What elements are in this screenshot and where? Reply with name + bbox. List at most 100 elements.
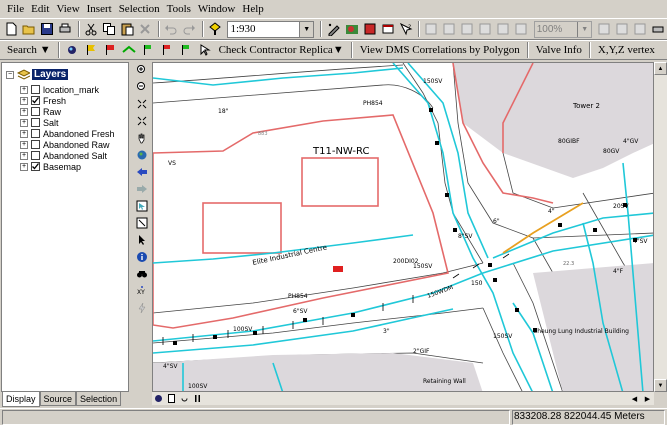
view-dms-correlations-button[interactable]: View DMS Correlations by Polygon xyxy=(356,44,524,56)
pause-drawing-icon[interactable] xyxy=(191,392,204,405)
whats-this-icon[interactable]: ? xyxy=(397,20,414,38)
tab-selection[interactable]: Selection xyxy=(76,392,122,406)
pipe-green-icon[interactable] xyxy=(120,41,138,59)
toggle-draft-icon[interactable] xyxy=(595,20,612,38)
layer-visibility-checkbox[interactable] xyxy=(31,140,40,149)
undo-icon[interactable] xyxy=(163,20,180,38)
select-arrow-icon[interactable] xyxy=(196,41,214,59)
map-canvas[interactable]: T11-NW-RC Elite Industrial Centre Tower … xyxy=(153,63,654,392)
full-extent-icon[interactable] xyxy=(135,148,149,162)
flag-green2-icon[interactable] xyxy=(177,41,195,59)
redo-icon[interactable] xyxy=(181,20,198,38)
zoom-100-icon[interactable] xyxy=(513,20,530,38)
editor-icon[interactable] xyxy=(325,20,342,38)
clear-selection-icon[interactable] xyxy=(135,216,149,230)
zoom-in-icon[interactable] xyxy=(135,63,149,77)
tab-display[interactable]: Display xyxy=(2,392,40,407)
forward-arrow-icon[interactable] xyxy=(135,182,149,196)
flag-icon[interactable] xyxy=(82,41,100,59)
check-contractor-replica-button[interactable]: Check Contractor Replica ▼ xyxy=(215,44,348,56)
hyperlink-icon[interactable] xyxy=(135,301,149,315)
go-to-xy-icon[interactable]: XY xyxy=(135,284,149,298)
menu-edit[interactable]: Edit xyxy=(28,3,52,15)
map-vertical-scrollbar[interactable]: ▲ ▼ xyxy=(654,62,667,392)
layer-visibility-checkbox[interactable] xyxy=(31,96,40,105)
valve-info-button[interactable]: Valve Info xyxy=(532,44,586,56)
back-arrow-icon[interactable] xyxy=(135,165,149,179)
arccatalog-icon[interactable] xyxy=(361,20,378,38)
arcmap-icon[interactable] xyxy=(343,20,360,38)
expand-icon[interactable]: + xyxy=(20,96,28,105)
select-features-icon[interactable] xyxy=(135,199,149,213)
fixed-zoom-out-icon[interactable] xyxy=(135,114,149,128)
toc-layer-item[interactable]: + Raw xyxy=(20,106,61,117)
scroll-up-icon[interactable]: ▲ xyxy=(654,62,667,75)
print-icon[interactable] xyxy=(57,20,74,38)
toc-layer-item[interactable]: + Abandoned Raw xyxy=(20,139,110,150)
layout-zoom-combo[interactable]: 100% ▼ xyxy=(533,20,593,38)
save-icon[interactable] xyxy=(39,20,56,38)
layout-view-icon[interactable] xyxy=(165,392,178,405)
map-display[interactable]: T11-NW-RC Elite Industrial Centre Tower … xyxy=(152,62,654,392)
open-icon[interactable] xyxy=(21,20,38,38)
scroll-right-icon[interactable]: ▶ xyxy=(641,392,654,405)
layer-visibility-checkbox[interactable] xyxy=(31,129,40,138)
search-menu[interactable]: Search ▼ xyxy=(3,44,55,56)
flag-redgreen-icon[interactable] xyxy=(158,41,176,59)
xyz-vertex-button[interactable]: X,Y,Z vertex xyxy=(594,44,659,56)
menu-view[interactable]: View xyxy=(53,3,82,15)
globe-icon[interactable] xyxy=(63,41,81,59)
find-icon[interactable] xyxy=(135,267,149,281)
toc-layer-item[interactable]: + Basemap xyxy=(20,161,81,172)
scroll-left-icon[interactable]: ◀ xyxy=(628,392,641,405)
toolbox-icon[interactable] xyxy=(379,20,396,38)
layer-visibility-checkbox[interactable] xyxy=(31,118,40,127)
flag-green-icon[interactable] xyxy=(139,41,157,59)
flag-red-icon[interactable] xyxy=(101,41,119,59)
refresh-icon[interactable] xyxy=(178,392,191,405)
select-elements-icon[interactable] xyxy=(135,233,149,247)
menu-help[interactable]: Help xyxy=(239,3,266,15)
zoom-in-fixed-icon[interactable] xyxy=(423,20,440,38)
change-layout-icon[interactable] xyxy=(631,20,648,38)
zoom-out-fixed-icon[interactable] xyxy=(441,20,458,38)
expand-icon[interactable]: + xyxy=(20,162,28,171)
menu-tools[interactable]: Tools xyxy=(164,3,194,15)
new-icon[interactable] xyxy=(3,20,20,38)
layer-visibility-checkbox[interactable] xyxy=(31,85,40,94)
toc-layer-item[interactable]: + Abandoned Fresh xyxy=(20,128,115,139)
chevron-down-icon[interactable]: ▼ xyxy=(577,21,592,37)
zoom-whole-page-icon[interactable] xyxy=(495,20,512,38)
layer-visibility-checkbox[interactable] xyxy=(31,151,40,160)
expand-icon[interactable]: + xyxy=(20,85,28,94)
add-data-icon[interactable] xyxy=(207,20,224,38)
menu-window[interactable]: Window xyxy=(195,3,238,15)
chevron-down-icon[interactable]: ▼ xyxy=(299,21,314,37)
pan-icon[interactable] xyxy=(135,131,149,145)
data-view-icon[interactable] xyxy=(152,392,165,405)
expand-icon[interactable]: + xyxy=(20,129,28,138)
expand-icon[interactable]: + xyxy=(20,107,28,116)
delete-icon[interactable] xyxy=(137,20,154,38)
collapse-icon[interactable]: − xyxy=(6,70,14,79)
map-scale-combo[interactable]: 1:930 ▼ xyxy=(227,20,315,38)
focus-data-frame-icon[interactable] xyxy=(613,20,630,38)
toc-layer-item[interactable]: + Abandoned Salt xyxy=(20,150,107,161)
copy-icon[interactable] xyxy=(101,20,118,38)
fixed-zoom-in-icon[interactable] xyxy=(135,97,149,111)
cut-icon[interactable] xyxy=(83,20,100,38)
paste-icon[interactable] xyxy=(119,20,136,38)
toc-layer-item[interactable]: + Salt xyxy=(20,117,59,128)
tab-source[interactable]: Source xyxy=(39,392,77,406)
toc-root-layers[interactable]: − Layers xyxy=(6,69,69,80)
layer-visibility-checkbox[interactable] xyxy=(31,107,40,116)
layer-visibility-checkbox[interactable] xyxy=(31,162,40,171)
scroll-down-icon[interactable]: ▼ xyxy=(654,379,667,392)
toc-layer-item[interactable]: + Fresh xyxy=(20,95,66,106)
menu-selection[interactable]: Selection xyxy=(116,3,163,15)
expand-icon[interactable]: + xyxy=(20,140,28,149)
menu-insert[interactable]: Insert xyxy=(84,3,115,15)
menu-file[interactable]: File xyxy=(4,3,27,15)
printer-layout-icon[interactable] xyxy=(649,20,666,38)
toc-layer-item[interactable]: + location_mark xyxy=(20,84,99,95)
